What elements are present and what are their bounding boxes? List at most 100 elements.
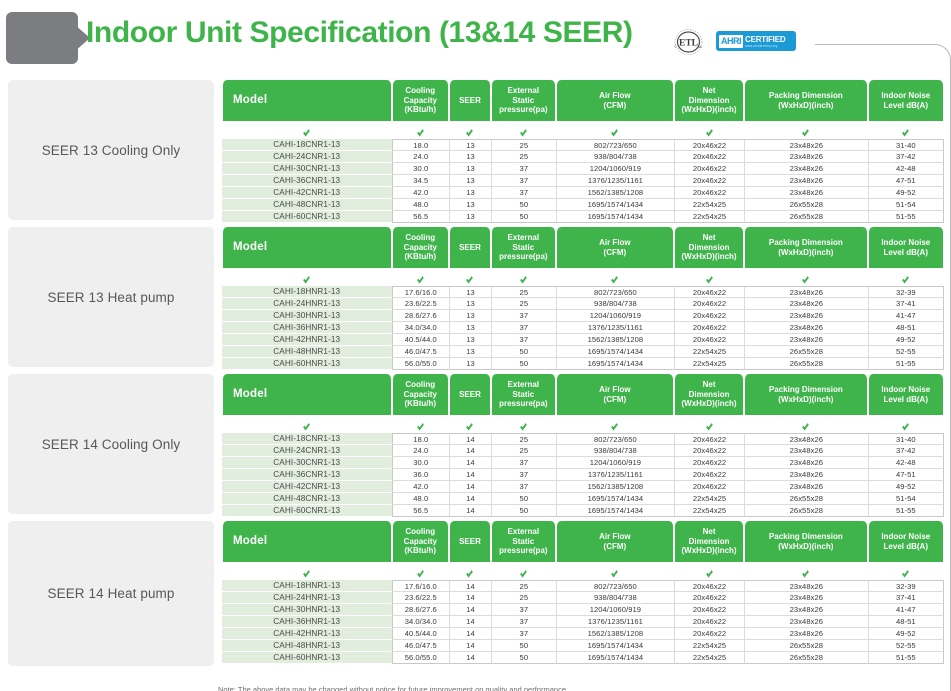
chevron-down-icon[interactable] (744, 121, 868, 139)
column-header-6[interactable]: Packing Dimension (WxHxD)(inch) (744, 80, 868, 121)
data-cell: 1204/1060/919 (555, 457, 674, 469)
column-header-3[interactable]: External Static pressure(pa) (490, 227, 556, 268)
data-cell: 51-54 (867, 199, 944, 211)
column-header-2[interactable]: SEER (449, 80, 491, 121)
column-header-5[interactable]: Net Dimension (WxHxD)(inch) (674, 80, 745, 121)
chevron-down-icon[interactable] (555, 562, 674, 580)
data-cell: 1562/1385/1208 (555, 334, 674, 346)
chevron-down-icon[interactable] (391, 562, 450, 580)
column-header-4[interactable]: Air Flow (CFM) (555, 374, 674, 415)
chevron-down-icon[interactable] (744, 562, 868, 580)
data-cell: 22x54x25 (674, 199, 745, 211)
column-header-3[interactable]: External Static pressure(pa) (490, 521, 556, 562)
chevron-down-icon[interactable] (744, 268, 868, 286)
chevron-down-icon[interactable] (391, 268, 450, 286)
column-header-2[interactable]: SEER (449, 227, 491, 268)
chevron-down-icon[interactable] (222, 562, 392, 580)
chevron-down-icon[interactable] (674, 562, 745, 580)
page-header: Indoor Unit Specification (13&14 SEER) E… (0, 0, 951, 80)
column-header-7[interactable]: Indoor Noise Level dB(A) (867, 521, 944, 562)
chevron-down-icon[interactable] (674, 268, 745, 286)
column-header-7[interactable]: Indoor Noise Level dB(A) (867, 374, 944, 415)
chevron-down-icon[interactable] (449, 268, 491, 286)
column-header-5[interactable]: Net Dimension (WxHxD)(inch) (674, 521, 745, 562)
data-cell: 1204/1060/919 (555, 163, 674, 175)
chevron-down-icon[interactable] (222, 415, 392, 433)
chevron-down-icon[interactable] (222, 121, 392, 139)
data-cell: 13 (449, 346, 491, 358)
column-header-1[interactable]: Cooling Capacity (KBtu/h) (391, 227, 450, 268)
column-header-0[interactable]: Model (222, 374, 392, 415)
chevron-down-icon[interactable] (391, 121, 450, 139)
data-cell: 24.0 (391, 151, 450, 163)
chevron-down-icon[interactable] (490, 121, 556, 139)
chevron-down-icon[interactable] (555, 121, 674, 139)
data-cell: 20x46x22 (674, 139, 745, 151)
data-cell: 1695/1574/1434 (555, 493, 674, 505)
data-cell: 40.5/44.0 (391, 628, 450, 640)
data-cell: 37 (490, 604, 556, 616)
chevron-down-icon[interactable] (490, 562, 556, 580)
column-header-6[interactable]: Packing Dimension (WxHxD)(inch) (744, 521, 868, 562)
data-cell: 42.0 (391, 187, 450, 199)
column-header-1[interactable]: Cooling Capacity (KBtu/h) (391, 521, 450, 562)
column-header-3[interactable]: External Static pressure(pa) (490, 374, 556, 415)
chevron-down-icon[interactable] (490, 268, 556, 286)
data-cell: 51-55 (867, 505, 944, 517)
chevron-down-icon[interactable] (867, 268, 944, 286)
chevron-down-icon[interactable] (674, 121, 745, 139)
table-row: CAHI-18CNR1-13 18.0 13 25 802/723/650 20x46x2… (222, 139, 944, 151)
chevron-down-icon[interactable] (555, 415, 674, 433)
chevron-down-icon[interactable] (744, 415, 868, 433)
chevron-down-icon[interactable] (490, 415, 556, 433)
column-header-line: SEER (459, 536, 481, 546)
data-cell: 37 (490, 163, 556, 175)
model-cell: CAHI-24CNR1-13 (222, 445, 392, 457)
data-cell: 13 (449, 139, 491, 151)
data-cell: 802/723/650 (555, 286, 674, 298)
column-header-line: Model (233, 387, 268, 400)
column-header-4[interactable]: Air Flow (CFM) (555, 80, 674, 121)
chevron-down-icon[interactable] (449, 121, 491, 139)
column-header-2[interactable]: SEER (449, 374, 491, 415)
chevron-down-icon[interactable] (867, 562, 944, 580)
column-header-6[interactable]: Packing Dimension (WxHxD)(inch) (744, 374, 868, 415)
table-row: CAHI-36HNR1-13 34.0/34.0 14 37 1376/1235/116… (222, 616, 944, 628)
chevron-down-icon[interactable] (222, 268, 392, 286)
data-cell: 48.0 (391, 493, 450, 505)
chevron-down-icon[interactable] (555, 268, 674, 286)
column-header-5[interactable]: Net Dimension (WxHxD)(inch) (674, 374, 745, 415)
data-cell: 20x46x22 (674, 457, 745, 469)
data-cell: 24.0 (391, 445, 450, 457)
column-header-1[interactable]: Cooling Capacity (KBtu/h) (391, 374, 450, 415)
data-cell: 13 (449, 322, 491, 334)
column-header-7[interactable]: Indoor Noise Level dB(A) (867, 80, 944, 121)
column-header-line: Packing Dimension (768, 238, 843, 247)
model-cell: CAHI-60CNR1-13 (222, 505, 392, 517)
column-header-1[interactable]: Cooling Capacity (KBtu/h) (391, 80, 450, 121)
column-header-0[interactable]: Model (222, 227, 392, 268)
column-header-line: Level dB(A) (883, 247, 928, 257)
column-header-3[interactable]: External Static pressure(pa) (490, 80, 556, 121)
chevron-down-icon[interactable] (867, 415, 944, 433)
column-header-line: pressure(pa) (499, 105, 548, 115)
column-header-7[interactable]: Indoor Noise Level dB(A) (867, 227, 944, 268)
column-header-0[interactable]: Model (222, 521, 392, 562)
spec-block: SEER 13 Heat pump Model Cooling Capacity (KB… (0, 227, 951, 370)
column-header-line: (WxHxD)(inch) (778, 394, 834, 404)
column-header-0[interactable]: Model (222, 80, 392, 121)
chevron-down-icon[interactable] (674, 415, 745, 433)
column-header-2[interactable]: SEER (449, 521, 491, 562)
data-cell: 23x48x26 (744, 334, 868, 346)
chevron-down-icon[interactable] (867, 121, 944, 139)
chevron-down-icon[interactable] (391, 415, 450, 433)
chevron-down-icon[interactable] (449, 562, 491, 580)
table-row: CAHI-18CNR1-13 18.0 14 25 802/723/650 20x46x2… (222, 433, 944, 445)
column-header-6[interactable]: Packing Dimension (WxHxD)(inch) (744, 227, 868, 268)
column-header-4[interactable]: Air Flow (CFM) (555, 227, 674, 268)
data-cell: 23.6/22.5 (391, 298, 450, 310)
column-header-4[interactable]: Air Flow (CFM) (555, 521, 674, 562)
column-header-5[interactable]: Net Dimension (WxHxD)(inch) (674, 227, 745, 268)
data-cell: 23x48x26 (744, 151, 868, 163)
chevron-down-icon[interactable] (449, 415, 491, 433)
